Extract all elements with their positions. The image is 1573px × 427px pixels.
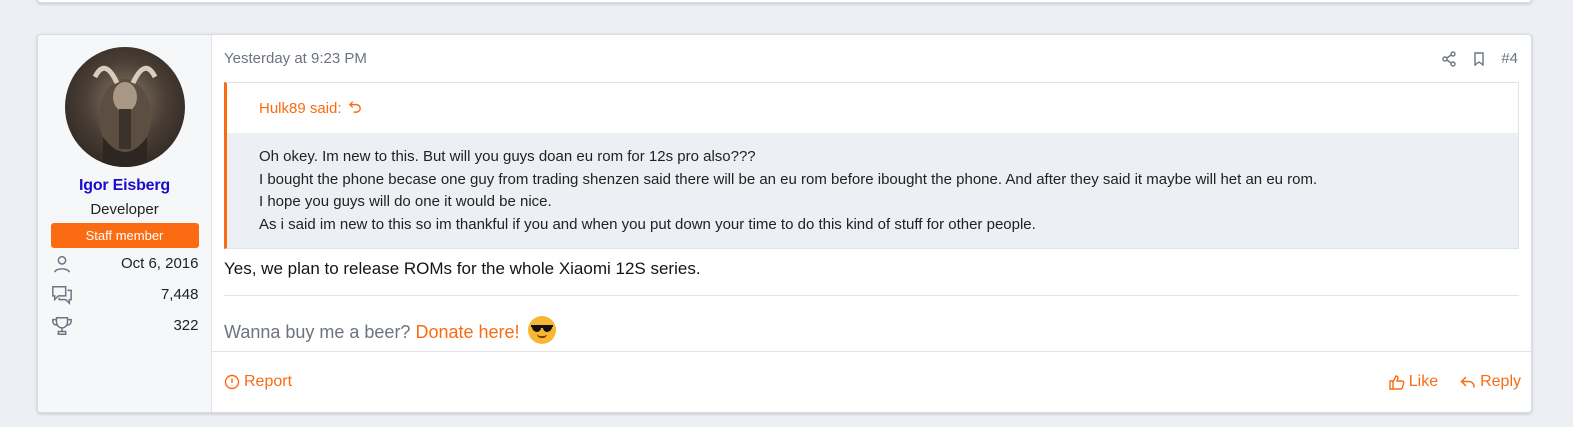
messages-icon bbox=[51, 283, 75, 307]
alert-circle-icon bbox=[224, 374, 240, 390]
post-main: Yesterday at 9:23 PM #4 Hulk89 said: Oh … bbox=[212, 35, 1531, 412]
stat-reaction-score: 322 bbox=[51, 310, 199, 341]
quote-line: I hope you guys will do one it would be … bbox=[259, 193, 552, 210]
donate-link[interactable]: Donate here! bbox=[415, 322, 519, 343]
report-button[interactable]: Report bbox=[224, 373, 292, 391]
quote-attribution[interactable]: Hulk89 said: bbox=[227, 83, 1518, 133]
jump-to-quote-icon[interactable] bbox=[348, 99, 363, 118]
username-link[interactable]: Igor Eisberg bbox=[79, 177, 170, 195]
quote-block: Hulk89 said: Oh okey. Im new to this. Bu… bbox=[224, 82, 1519, 249]
post-number-link[interactable]: #4 bbox=[1501, 50, 1518, 67]
previous-post-card bbox=[37, 0, 1532, 3]
reply-icon bbox=[1460, 376, 1475, 388]
thumbs-up-icon bbox=[1389, 375, 1405, 390]
like-label: Like bbox=[1408, 373, 1439, 390]
forum-post: Igor Eisberg Developer Staff member Oct … bbox=[37, 34, 1532, 413]
user-icon bbox=[51, 252, 75, 276]
trophy-icon bbox=[51, 314, 75, 338]
report-label: Report bbox=[244, 373, 293, 390]
reply-label: Reply bbox=[1480, 373, 1521, 390]
quote-author[interactable]: Hulk89 said: bbox=[259, 100, 342, 117]
stat-joined: Oct 6, 2016 bbox=[51, 248, 199, 279]
bookmark-icon[interactable] bbox=[1471, 51, 1487, 67]
stat-value: Oct 6, 2016 bbox=[120, 255, 199, 272]
user-info-column: Igor Eisberg Developer Staff member Oct … bbox=[38, 35, 212, 412]
stat-messages: 7,448 bbox=[51, 279, 199, 310]
quote-content: Oh okey. Im new to this. But will you gu… bbox=[227, 133, 1518, 248]
post-header: Yesterday at 9:23 PM #4 bbox=[212, 35, 1531, 82]
sunglasses-emoji-icon bbox=[527, 316, 556, 344]
post-actions: #4 bbox=[1441, 50, 1518, 67]
reply-button[interactable]: Reply bbox=[1460, 373, 1521, 391]
stat-value: 322 bbox=[173, 317, 199, 334]
post-date-link[interactable]: Yesterday at 9:23 PM bbox=[224, 50, 367, 67]
staff-badge: Staff member bbox=[50, 223, 199, 248]
quote-line: As i said im new to this so im thankful … bbox=[259, 215, 1036, 233]
stat-value: 7,448 bbox=[160, 286, 199, 303]
share-icon[interactable] bbox=[1441, 50, 1457, 67]
user-title: Developer bbox=[90, 201, 159, 218]
quote-line: I bought the phone becase one guy from t… bbox=[259, 170, 1318, 188]
post-footer: Report Like Reply bbox=[212, 351, 1531, 412]
signature: Wanna buy me a beer? Donate here! bbox=[212, 296, 1531, 352]
like-button[interactable]: Like bbox=[1389, 373, 1438, 391]
signature-text: Wanna buy me a beer? bbox=[224, 321, 411, 342]
footer-actions: Like Reply bbox=[1389, 373, 1521, 391]
quote-line: Oh okey. Im new to this. But will you gu… bbox=[259, 148, 756, 165]
post-body: Yes, we plan to release ROMs for the who… bbox=[224, 259, 701, 278]
avatar[interactable] bbox=[64, 47, 185, 167]
